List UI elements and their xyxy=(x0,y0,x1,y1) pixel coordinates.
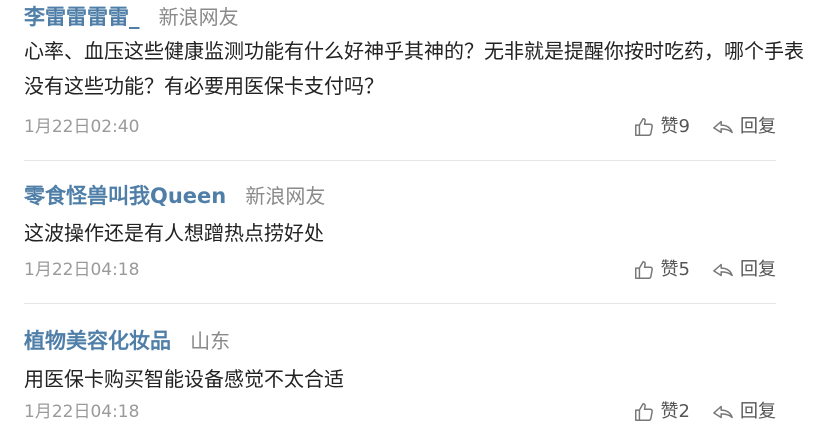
reply-arrow-icon xyxy=(712,259,734,281)
comment-username[interactable]: 植物美容化妆品 xyxy=(24,329,171,353)
reply-button[interactable]: 回复 xyxy=(712,113,776,141)
comment-header: 李雷雷雷雷_ 新浪网友 xyxy=(24,2,239,32)
comment-text: 这波操作还是有人想蹭热点捞好处 xyxy=(24,221,324,245)
thumbs-up-icon xyxy=(633,116,655,138)
comment-item: 植物美容化妆品 山东 用医保卡购买智能设备感觉不太合适 1月22日04:18 赞… xyxy=(0,304,834,448)
like-button[interactable]: 赞9 xyxy=(633,113,690,141)
comment-user-tag: 新浪网友 xyxy=(245,184,326,208)
comment-username[interactable]: 李雷雷雷雷_ xyxy=(24,5,140,29)
reply-button[interactable]: 回复 xyxy=(712,256,776,284)
reply-button[interactable]: 回复 xyxy=(712,398,776,426)
comment-text: 用医保卡购买智能设备感觉不太合适 xyxy=(24,367,344,391)
comment-time: 1月22日04:18 xyxy=(24,260,140,280)
comment-item: 零食怪兽叫我Queen 新浪网友 这波操作还是有人想蹭热点捞好处 1月22日04… xyxy=(0,161,834,303)
like-count-label: 赞5 xyxy=(660,259,690,280)
like-count-label: 赞9 xyxy=(660,116,690,137)
comment-header: 植物美容化妆品 山东 xyxy=(24,326,230,356)
like-count-label: 赞2 xyxy=(660,401,690,422)
like-button[interactable]: 赞2 xyxy=(633,398,690,426)
comment-actions: 赞5 回复 xyxy=(633,256,776,284)
comment-actions: 赞2 回复 xyxy=(633,398,776,426)
comment-item: 李雷雷雷雷_ 新浪网友 心率、血压这些健康监测功能有什么好神乎其神的？无非就是提… xyxy=(0,0,834,160)
reply-label: 回复 xyxy=(740,259,776,280)
comment-user-tag: 新浪网友 xyxy=(158,5,239,29)
comment-text: 心率、血压这些健康监测功能有什么好神乎其神的？无非就是提醒你按时吃药，哪个手表没… xyxy=(24,39,804,98)
comment-user-tag: 山东 xyxy=(190,329,231,353)
comment-header: 零食怪兽叫我Queen 新浪网友 xyxy=(24,181,325,211)
reply-label: 回复 xyxy=(740,401,776,422)
reply-arrow-icon xyxy=(712,116,734,138)
comment-time: 1月22日04:18 xyxy=(24,402,140,422)
comment-meta: 1月22日02:40 赞9 回复 xyxy=(24,113,776,141)
comment-meta: 1月22日04:18 赞5 回复 xyxy=(24,256,776,284)
comment-meta: 1月22日04:18 赞2 回复 xyxy=(24,398,776,426)
comment-time: 1月22日02:40 xyxy=(24,117,140,137)
comment-username[interactable]: 零食怪兽叫我Queen xyxy=(24,184,226,208)
comment-list: 李雷雷雷雷_ 新浪网友 心率、血压这些健康监测功能有什么好神乎其神的？无非就是提… xyxy=(0,0,834,448)
thumbs-up-icon xyxy=(633,259,655,281)
reply-label: 回复 xyxy=(740,116,776,137)
comment-actions: 赞9 回复 xyxy=(633,113,776,141)
reply-arrow-icon xyxy=(712,401,734,423)
thumbs-up-icon xyxy=(633,401,655,423)
like-button[interactable]: 赞5 xyxy=(633,256,690,284)
